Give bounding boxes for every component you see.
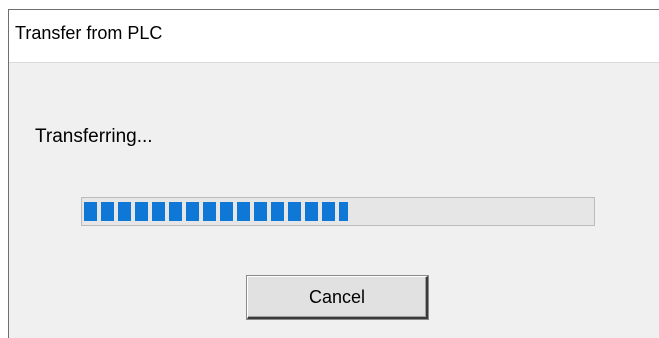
dialog-title-bar[interactable]: Transfer from PLC [9,10,659,63]
transfer-status-text: Transferring... [35,126,153,147]
background-window-text-fragment: ▀▀▀▀▀▀▀▀▀▀▀▀ [14,0,154,8]
dialog-title: Transfer from PLC [15,23,163,43]
cancel-button[interactable]: Cancel [247,276,428,319]
transfer-progress-bar [81,197,595,226]
transfer-progress-fill [84,202,348,221]
transfer-dialog: Transfer from PLC Transferring... Cancel [8,9,659,338]
